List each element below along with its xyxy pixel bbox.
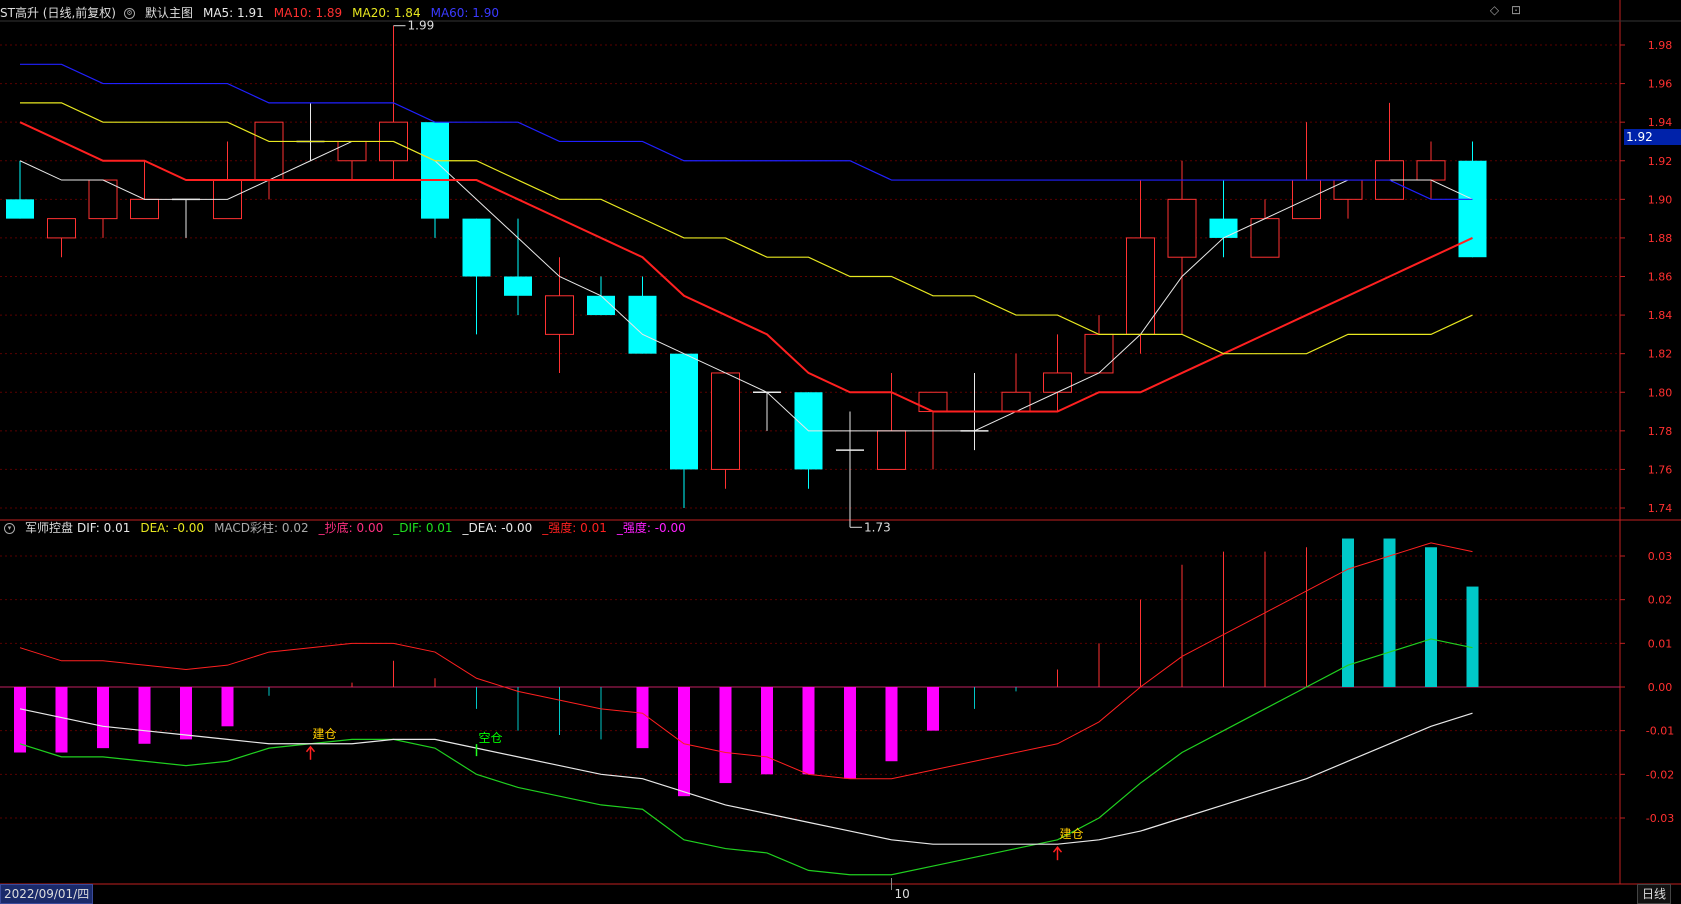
extreme-marker-label: 1.73 (864, 520, 891, 534)
y-tick-label: 1.92 (1648, 155, 1673, 168)
macd-bar (1466, 586, 1479, 687)
y-tick-label: -0.03 (1646, 812, 1674, 825)
macd-bar (844, 687, 856, 779)
macd-bar (221, 687, 234, 727)
candle-body (545, 295, 574, 335)
candle-body (1416, 160, 1446, 181)
candle-body (1250, 218, 1280, 258)
candle-body (1167, 198, 1197, 258)
y-tick-label: 1.94 (1648, 116, 1673, 129)
signal-label: 空仓 (479, 731, 503, 745)
settings-icon[interactable]: ⚙ (123, 7, 135, 19)
macd-bar (927, 687, 939, 731)
macd-bar (678, 687, 690, 797)
qiangdu2-label: _强度: -0.00 (616, 521, 686, 535)
macd-bar (1425, 547, 1437, 687)
current-price-tag: 1.92 (1624, 129, 1681, 145)
candle-body (462, 218, 491, 277)
macd-label: MACD彩柱: 0.02 (214, 521, 309, 535)
candle-body (337, 140, 367, 162)
ticker-title[interactable]: ST高升 (日线,前复权) (0, 3, 116, 23)
background (0, 0, 1681, 904)
macd-bar (1383, 538, 1396, 687)
ma10-label: MA10: 1.89 (273, 6, 343, 20)
macd-bar (761, 687, 773, 775)
candle-body (711, 372, 740, 470)
candle-body (1333, 179, 1363, 200)
macd-bar (885, 687, 898, 762)
candle-body (877, 430, 906, 470)
dif-label: DIF: 0.01 (77, 521, 131, 535)
candle-body (1209, 218, 1238, 238)
candle-body (254, 121, 284, 181)
y-tick-label: 1.78 (1648, 425, 1673, 438)
y-tick-label: 0.03 (1648, 550, 1673, 563)
macd-bar (138, 687, 151, 744)
chart-canvas[interactable]: 1.981.961.941.921.901.881.861.841.821.80… (0, 0, 1681, 904)
candle-body (504, 276, 532, 296)
macd-bar (719, 687, 732, 784)
chart-name[interactable]: 默认主图 (145, 3, 193, 23)
macd-bar (97, 687, 109, 749)
signal-label: 建仓 (313, 727, 337, 741)
diamond-icon[interactable]: ◇ (1490, 3, 1499, 17)
y-tick-label: 1.76 (1648, 463, 1673, 476)
y-tick-label: 0.02 (1648, 594, 1673, 607)
sub-chart-header: ▾ 军师控盘 DIF: 0.01 DEA: -0.00 MACD彩柱: 0.02… (0, 518, 696, 538)
qiangdu1-label: _强度: 0.01 (542, 521, 607, 535)
chaodi-label: _抄底: 0.00 (318, 521, 384, 535)
candle-body (918, 391, 948, 413)
maximize-icon[interactable]: ⊡ (1511, 3, 1521, 17)
candle-body (130, 198, 159, 220)
y-tick-label: 0.00 (1648, 681, 1673, 694)
ma5-label: MA5: 1.91 (202, 6, 264, 20)
candle-body (88, 179, 118, 220)
candle-body (1001, 391, 1031, 413)
y-tick-label: 1.82 (1648, 348, 1673, 361)
signal-label: 建仓 (1060, 827, 1084, 841)
candle-body (47, 218, 76, 239)
top-icons: ◇ ⊡ (1482, 3, 1521, 17)
candle-body (1084, 333, 1114, 374)
macd-bar (55, 687, 68, 753)
period-label[interactable]: 日线 (1636, 884, 1671, 904)
ma60-label: MA60: 1.90 (430, 6, 500, 20)
y-tick-label: 1.90 (1648, 193, 1673, 206)
dea-label: DEA: -0.00 (140, 521, 205, 535)
indicator-name[interactable]: 军师控盘 (25, 518, 73, 538)
y-tick-label: 0.01 (1648, 637, 1673, 650)
y-tick-label: -0.01 (1646, 725, 1674, 738)
date-label: 2022/09/01/四 (0, 884, 94, 904)
y-tick-label: 1.80 (1648, 386, 1673, 399)
candle-body (6, 199, 34, 219)
y-tick-label: 1.74 (1648, 502, 1673, 515)
month-marker-label: 10 (895, 887, 910, 901)
macd-bar (180, 687, 192, 740)
macd-bar (636, 687, 649, 749)
y-tick-label: 1.88 (1648, 232, 1673, 245)
y-tick-label: -0.02 (1646, 768, 1674, 781)
macd-bar (14, 687, 26, 753)
macd-bar (802, 687, 815, 775)
dif2-label: _DIF: 0.01 (393, 521, 453, 535)
y-tick-label: 1.84 (1648, 309, 1673, 322)
y-tick-label: 1.98 (1648, 39, 1673, 52)
y-tick-label: 1.86 (1648, 271, 1673, 284)
y-tick-label: 1.96 (1648, 78, 1673, 91)
candle-body (670, 353, 698, 470)
ma20-label: MA20: 1.84 (352, 6, 421, 20)
main-chart-header: ST高升 (日线,前复权) ⚙ 默认主图 MA5: 1.91 MA10: 1.8… (0, 3, 509, 23)
candle-body (1043, 372, 1072, 393)
dea2-label: _DEA: -0.00 (462, 521, 533, 535)
chevron-down-icon[interactable]: ▾ (4, 522, 15, 534)
